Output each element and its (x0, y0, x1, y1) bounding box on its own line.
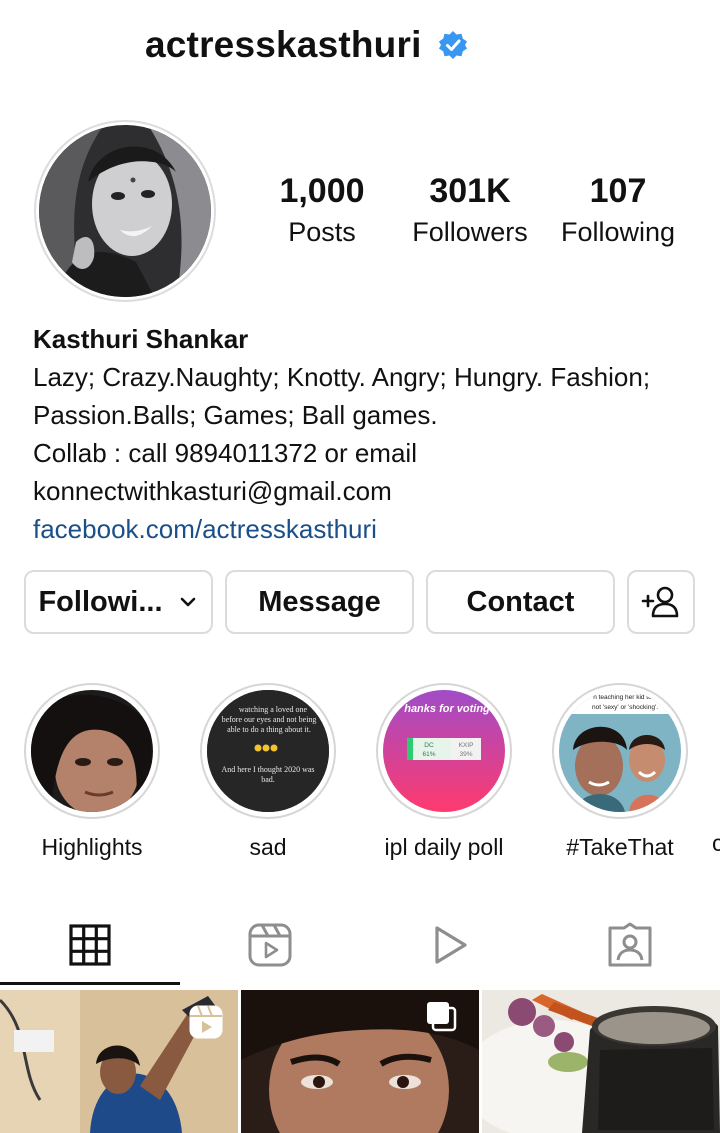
highlight-ring: watching a loved one before our eyes and… (200, 683, 336, 819)
tab-videos[interactable] (360, 905, 540, 985)
highlight-ring: n teaching her kid to s not 'sexy' or 's… (552, 683, 688, 819)
highlight-label: #TakeThat (566, 834, 674, 860)
followers-count: 301K (429, 172, 511, 210)
highlight-item[interactable]: watching a loved one before our eyes and… (198, 683, 338, 861)
highlight-text: before our eyes and not being (222, 715, 317, 724)
highlight-item[interactable]: Highlights (22, 683, 162, 861)
bio-line: konnectwithkasturi@gmail.com (33, 476, 392, 506)
profile-bio: Kasthuri Shankar Lazy; Crazy.Naughty; Kn… (33, 320, 713, 548)
highlight-text: watching a loved one (239, 705, 308, 714)
posts-count: 1,000 (279, 172, 365, 210)
following-label: Following (560, 217, 676, 247)
active-tab-indicator (0, 982, 180, 985)
grid-icon (69, 924, 111, 966)
play-icon (435, 926, 467, 964)
post-thumbnail[interactable] (0, 990, 238, 1133)
highlight-cover: n teaching her kid to s not 'sexy' or 's… (559, 690, 681, 812)
highlight-text: able to do a thing about it. (227, 725, 311, 734)
posts-stat[interactable]: 1,000 Posts (262, 172, 382, 248)
add-person-icon (641, 586, 679, 618)
posts-grid (0, 990, 720, 1133)
highlight-text: bad. (261, 775, 275, 784)
posts-label: Posts (288, 217, 356, 247)
highlight-cover (31, 690, 153, 812)
followers-stat[interactable]: 301K Followers (405, 172, 535, 248)
bio-line: Passion.Balls; Games; Ball games. (33, 400, 438, 430)
avatar-image (39, 125, 211, 297)
profile-header: actresskasthuri (0, 0, 720, 95)
bio-link[interactable]: facebook.com/actresskasthuri (33, 510, 713, 548)
poll-option: KXIP (459, 742, 474, 749)
poll-percent: 61% (422, 751, 435, 758)
profile-avatar[interactable] (34, 120, 216, 302)
highlight-cover: watching a loved one before our eyes and… (207, 690, 329, 812)
contact-button-label: Contact (466, 585, 575, 618)
tagged-icon (608, 922, 652, 967)
highlight-label: Highlights (41, 834, 143, 860)
highlight-item[interactable]: n teaching her kid to s not 'sexy' or 's… (550, 683, 690, 861)
poll-option: DC (424, 742, 434, 749)
highlight-label-cutoff: c (712, 830, 720, 854)
highlight-ring (24, 683, 160, 819)
highlight-label: sad (249, 834, 287, 860)
reels-icon (248, 923, 292, 967)
contact-button[interactable]: Contact (426, 570, 615, 634)
following-button-label: Followi... (38, 585, 163, 618)
tab-reels[interactable] (180, 905, 360, 985)
bio-line: Lazy; Crazy.Naughty; Knotty. Angry; Hung… (33, 362, 651, 392)
tab-tagged[interactable] (540, 905, 720, 985)
highlight-label: ipl daily poll (384, 834, 504, 860)
suggested-users-button[interactable] (627, 570, 695, 634)
tab-grid[interactable] (0, 905, 180, 985)
verified-badge-icon (439, 31, 467, 59)
highlight-text: And here I thought 2020 was (221, 765, 314, 774)
bio-line: Collab : call 9894011372 or email (33, 438, 417, 468)
message-button-label: Message (258, 585, 381, 618)
highlight-text: n teaching her kid to s (593, 694, 657, 701)
following-count: 107 (589, 172, 647, 210)
highlight-text: not 'sexy' or 'shocking'. (592, 704, 658, 711)
post-thumbnail[interactable] (241, 990, 479, 1133)
profile-stats: 1,000 Posts 301K Followers 107 Following (240, 172, 720, 262)
profile-tabs (0, 905, 720, 985)
display-name: Kasthuri Shankar (33, 324, 249, 354)
following-stat[interactable]: 107 Following (553, 172, 683, 248)
poll-percent: 39% (459, 751, 472, 758)
message-button[interactable]: Message (225, 570, 414, 634)
followers-label: Followers (412, 217, 528, 247)
highlight-item[interactable]: hanks for voting DC 61% KXIP 39% ipl dai… (374, 683, 514, 861)
username[interactable]: actresskasthuri (145, 24, 422, 66)
highlight-cover: hanks for voting DC 61% KXIP 39% (383, 690, 505, 812)
post-thumbnail[interactable] (482, 990, 720, 1133)
highlight-ring: hanks for voting DC 61% KXIP 39% (376, 683, 512, 819)
chevron-down-icon (180, 597, 195, 607)
highlight-text: hanks for voting (404, 703, 490, 715)
following-button[interactable]: Followi... (24, 570, 213, 634)
